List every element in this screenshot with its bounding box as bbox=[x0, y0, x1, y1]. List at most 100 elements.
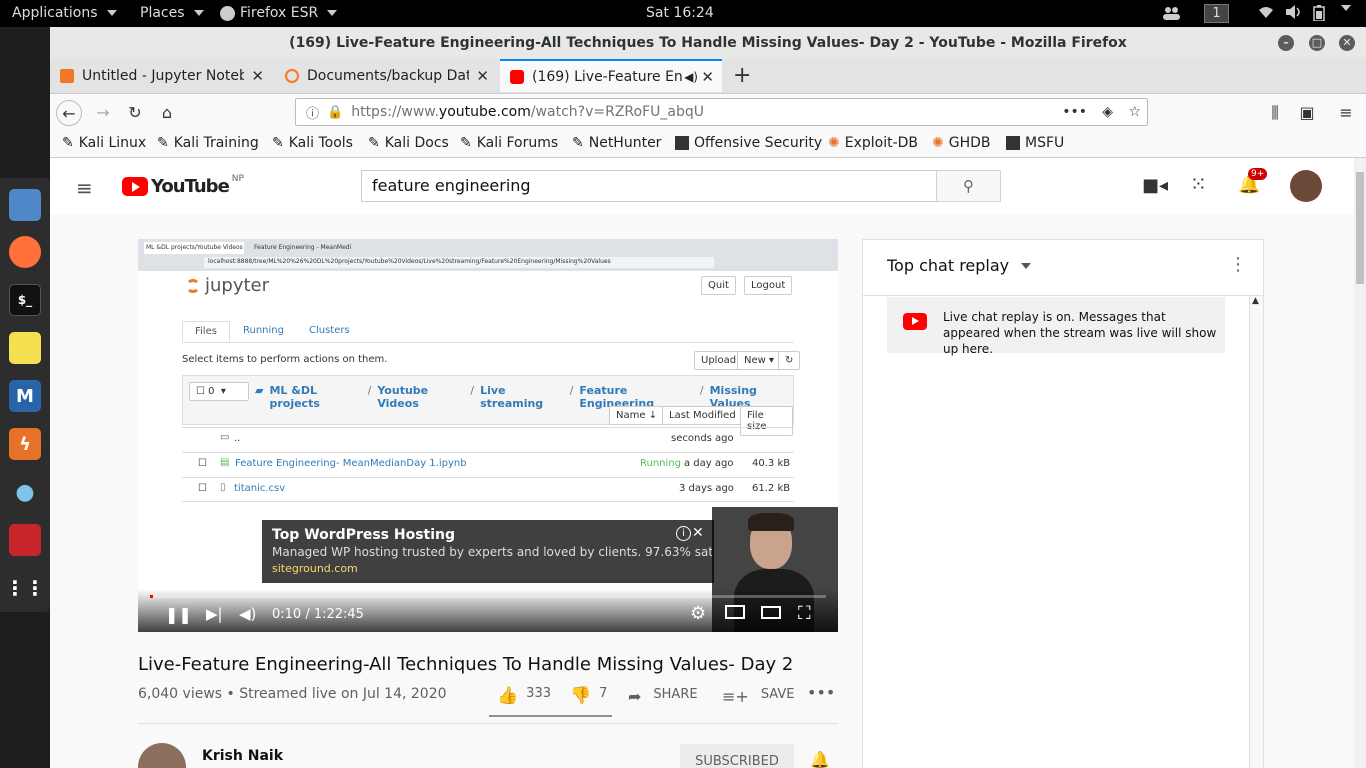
eye-icon[interactable]: ● bbox=[9, 476, 41, 508]
channel-name[interactable]: Krish Naik bbox=[202, 748, 283, 764]
bookmark-ghdb[interactable]: ✺ GHDB bbox=[932, 135, 991, 151]
pocket-icon[interactable]: ◈ bbox=[1102, 104, 1113, 120]
fullscreen-icon[interactable]: ⛶ bbox=[798, 603, 811, 624]
tab-youtube[interactable]: (169) Live-Feature Eng ◀) ✕ bbox=[500, 59, 722, 92]
metasploit-icon[interactable]: M bbox=[9, 380, 41, 412]
terminal-icon[interactable]: $_ bbox=[9, 284, 41, 316]
progress-bar[interactable] bbox=[150, 595, 826, 598]
clock[interactable]: Sat 16:24 bbox=[646, 5, 714, 21]
forward-icon[interactable]: → bbox=[90, 100, 116, 126]
chat-view-selector[interactable]: Top chat replay bbox=[887, 256, 1032, 275]
tab-close-icon[interactable]: ✕ bbox=[251, 67, 264, 85]
dock: $_ M ϟ ● ⋮⋮ bbox=[0, 178, 50, 612]
bookmark-kali-docs[interactable]: ✎ Kali Docs bbox=[368, 135, 449, 151]
url-bar[interactable]: ⓘ 🔒 https://www.youtube.com/watch?v=RZRo… bbox=[295, 98, 1148, 126]
battery-icon[interactable] bbox=[1313, 5, 1325, 21]
back-icon[interactable]: ← bbox=[56, 100, 82, 126]
ad-link[interactable]: siteground.com bbox=[272, 562, 358, 575]
bookmark-kali-training[interactable]: ✎ Kali Training bbox=[157, 135, 259, 151]
firefox-app-menu[interactable]: Firefox ESR bbox=[220, 5, 338, 21]
more-actions-icon[interactable]: ••• bbox=[807, 683, 835, 702]
video-player[interactable]: ML &DL projects/Youtube Videos Feature E… bbox=[138, 239, 838, 632]
channel-avatar[interactable] bbox=[138, 743, 186, 768]
settings-gear-icon[interactable]: ⚙ bbox=[690, 603, 706, 624]
volume-icon[interactable]: ◀) bbox=[239, 605, 256, 623]
cherrytree-icon[interactable] bbox=[9, 524, 41, 556]
wifi-icon[interactable] bbox=[1258, 5, 1274, 19]
star-icon[interactable]: ☆ bbox=[1128, 104, 1141, 120]
youtube-logo[interactable]: YouTube NP bbox=[122, 174, 244, 197]
lock-icon[interactable]: 🔒 bbox=[327, 105, 343, 120]
reload-icon[interactable]: ↻ bbox=[122, 100, 148, 126]
sidebar-icon[interactable]: ▣ bbox=[1294, 100, 1320, 126]
account-avatar[interactable] bbox=[1290, 170, 1322, 202]
jupyter-tabs: Files Running Clusters bbox=[182, 321, 794, 343]
guide-menu-icon[interactable]: ≡ bbox=[76, 176, 93, 200]
url-text: https://www.youtube.com/watch?v=RZRoFU_a… bbox=[351, 104, 704, 120]
firefox-icon bbox=[220, 5, 235, 21]
jupyter-select-box: ☐ 0 ▾ bbox=[189, 382, 249, 401]
video-browser-chrome: ML &DL projects/Youtube Videos Feature E… bbox=[138, 239, 838, 271]
system-menu[interactable] bbox=[1337, 5, 1351, 11]
file-modified: seconds ago bbox=[671, 433, 734, 444]
text-editor-icon[interactable] bbox=[9, 332, 41, 364]
app-grid-icon[interactable]: ⋮⋮ bbox=[5, 572, 45, 604]
dislike-button[interactable]: 👎 7 bbox=[570, 686, 607, 706]
burpsuite-icon[interactable]: ϟ bbox=[9, 428, 41, 460]
notification-bell-icon[interactable]: 🔔 bbox=[810, 750, 830, 768]
firefox-icon[interactable] bbox=[9, 236, 41, 268]
next-icon[interactable]: ▶| bbox=[206, 605, 223, 623]
bookmark-nethunter[interactable]: ✎ NetHunter bbox=[572, 135, 661, 151]
applications-menu[interactable]: Applications bbox=[12, 5, 117, 21]
home-icon[interactable]: ⌂ bbox=[154, 100, 180, 126]
page-actions-icon[interactable]: ••• bbox=[1062, 104, 1087, 120]
places-label: Places bbox=[140, 5, 185, 21]
tab-documents[interactable]: Documents/backup Data/ ✕ bbox=[275, 59, 497, 92]
bookmark-kali-forums[interactable]: ✎ Kali Forums bbox=[460, 135, 558, 151]
miniplayer-icon[interactable] bbox=[725, 605, 745, 619]
scrollbar-thumb[interactable] bbox=[1356, 172, 1364, 284]
people-icon[interactable] bbox=[1162, 6, 1180, 20]
like-button[interactable]: 👍 333 bbox=[497, 686, 551, 706]
tab-jupyter[interactable]: Untitled - Jupyter Notebo ✕ bbox=[50, 59, 272, 92]
ad-close-icon[interactable]: ✕ bbox=[692, 525, 704, 541]
tab-close-icon[interactable]: ✕ bbox=[476, 67, 489, 85]
info-icon[interactable]: ⓘ bbox=[306, 103, 319, 122]
files-icon[interactable] bbox=[9, 189, 41, 221]
theater-mode-icon[interactable] bbox=[761, 606, 781, 619]
bookmark-msfu[interactable]: MSFU bbox=[1006, 135, 1064, 151]
volume-icon[interactable] bbox=[1286, 5, 1304, 19]
pause-icon[interactable]: ❚❚ bbox=[165, 605, 192, 624]
ad-overlay[interactable]: Top WordPress Hosting Managed WP hosting… bbox=[262, 520, 714, 583]
hamburger-menu-icon[interactable]: ≡ bbox=[1333, 100, 1359, 126]
bookmark-label: Exploit-DB bbox=[844, 135, 919, 151]
search-button[interactable]: ⚲ bbox=[936, 170, 1001, 202]
share-button[interactable]: ➦ SHARE bbox=[628, 687, 698, 706]
subscribed-button[interactable]: SUBSCRIBED bbox=[680, 744, 794, 768]
close-icon[interactable]: ✕ bbox=[1339, 35, 1355, 51]
speaker-icon[interactable]: ◀) bbox=[684, 70, 698, 84]
bookmark-label: Kali Linux bbox=[78, 135, 147, 151]
bookmark-kali-tools[interactable]: ✎ Kali Tools bbox=[272, 135, 353, 151]
chat-menu-icon[interactable]: ⋮ bbox=[1229, 254, 1247, 275]
search-input[interactable]: feature engineering bbox=[361, 170, 937, 202]
minimize-icon[interactable]: – bbox=[1278, 35, 1294, 51]
workspace-indicator[interactable]: 1 bbox=[1204, 4, 1229, 23]
apps-grid-icon[interactable]: ⁙ bbox=[1190, 172, 1207, 196]
save-button[interactable]: ≡+ SAVE bbox=[722, 687, 794, 706]
new-tab-button[interactable]: + bbox=[733, 63, 751, 88]
bookmark-offensive-security[interactable]: Offensive Security bbox=[675, 135, 822, 151]
create-video-icon[interactable]: ■◂ bbox=[1142, 175, 1168, 196]
library-icon[interactable]: ⫼ bbox=[1262, 100, 1288, 126]
page-scrollbar[interactable] bbox=[1354, 158, 1366, 768]
chat-scrollbar[interactable]: ▲ bbox=[1249, 296, 1263, 768]
ad-info-icon[interactable]: i bbox=[676, 526, 691, 541]
clock-label: Sat 16:24 bbox=[646, 5, 714, 21]
chevron-down-icon bbox=[1341, 5, 1351, 11]
video-title: Live-Feature Engineering-All Techniques … bbox=[138, 654, 794, 675]
places-menu[interactable]: Places bbox=[140, 5, 204, 21]
bookmark-exploit-db[interactable]: ✺ Exploit-DB bbox=[828, 135, 918, 151]
bookmark-kali-linux[interactable]: ✎ Kali Linux bbox=[62, 135, 146, 151]
maximize-icon[interactable]: □ bbox=[1309, 35, 1325, 51]
tab-close-icon[interactable]: ✕ bbox=[701, 68, 714, 86]
